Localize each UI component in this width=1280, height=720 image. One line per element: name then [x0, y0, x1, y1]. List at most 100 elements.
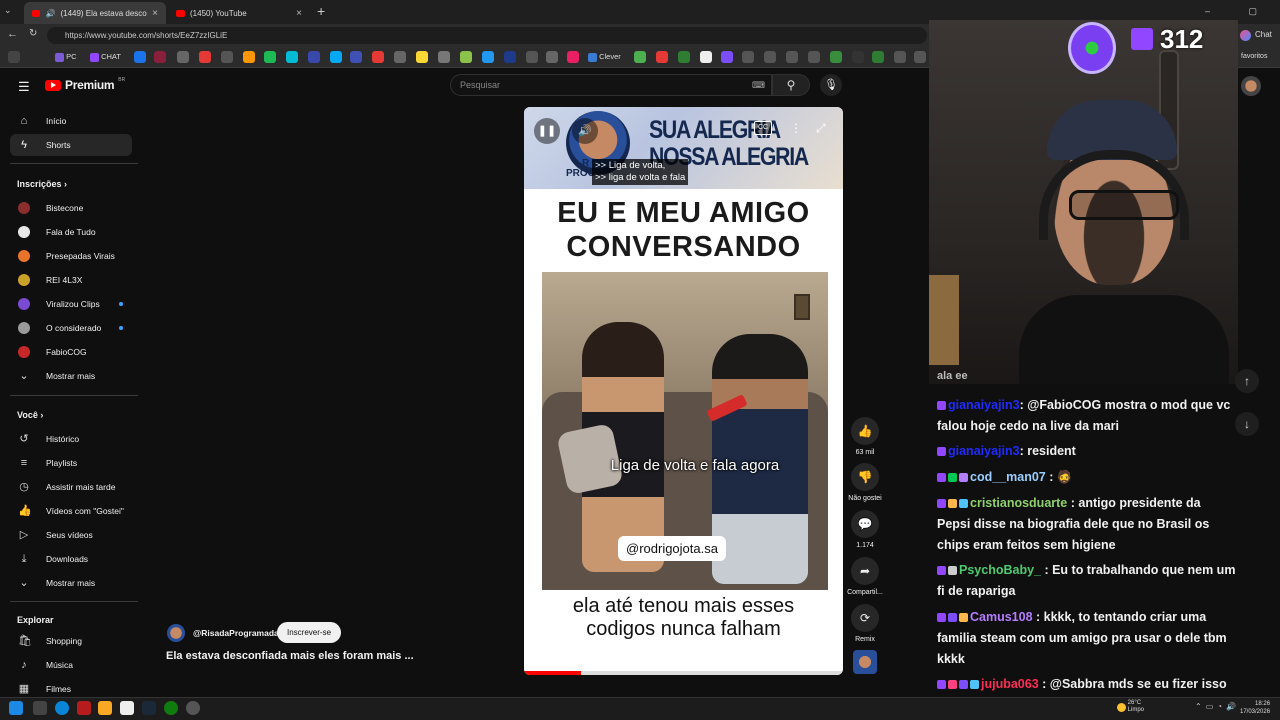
nav-liked-videos[interactable]: 👍 Vídeos com "Gostei"	[10, 500, 132, 522]
bookmark-icon[interactable]	[199, 51, 211, 63]
reload-icon[interactable]: ↻	[29, 28, 37, 39]
bookmark-icon[interactable]	[700, 51, 712, 63]
store-icon[interactable]	[120, 701, 134, 715]
chat-scroll-down-button[interactable]: ↓	[1235, 412, 1259, 436]
bookmark-icon[interactable]	[634, 51, 646, 63]
you-heading[interactable]: Você ›	[17, 410, 43, 420]
nav-music[interactable]: ♪ Música	[10, 654, 132, 676]
search-button[interactable]: ⚲	[772, 74, 810, 96]
bookmark-icon[interactable]	[308, 51, 320, 63]
bookmark-icon[interactable]	[678, 51, 690, 63]
search-input[interactable]: Pesquisar ⌨	[450, 74, 772, 96]
bookmark-icon[interactable]	[852, 51, 864, 63]
tray-icons[interactable]: ⌃▭◔🔊	[1195, 702, 1240, 711]
tab-active[interactable]: 🔊 (1449) Ela estava desconfiada ×	[24, 2, 166, 24]
nav-your-videos[interactable]: ▷ Seus vídeos	[10, 524, 132, 546]
new-tab-button[interactable]: +	[317, 3, 325, 19]
bookmark-icon[interactable]	[546, 51, 558, 63]
comments-action[interactable]: 💬 1.174	[850, 510, 880, 549]
subscription-item[interactable]: Presepadas Virais	[10, 245, 132, 267]
settings-icon[interactable]	[186, 701, 200, 715]
nav-shopping[interactable]: 🛍 Shopping	[10, 630, 132, 652]
bookmark-icon[interactable]	[221, 51, 233, 63]
subscription-item[interactable]: Viralizou Clips	[10, 293, 132, 315]
bookmark-icon[interactable]	[8, 51, 20, 63]
nav-history[interactable]: ↺ Histórico	[10, 428, 132, 450]
bookmark-icon[interactable]	[482, 51, 494, 63]
volume-button[interactable]: 🔊	[572, 118, 598, 144]
bookmark-icon[interactable]	[177, 51, 189, 63]
bookmark-icon[interactable]	[438, 51, 450, 63]
keyboard-icon[interactable]: ⌨	[752, 75, 765, 95]
chat-label[interactable]: Chat	[1255, 30, 1272, 39]
tab-inactive[interactable]: (1450) YouTube ×	[168, 2, 310, 24]
app-icon[interactable]	[77, 701, 91, 715]
short-video-player[interactable]: R PROG SUA ALEGRIA NOSSA ALEGRIA >> Liga …	[524, 107, 843, 675]
subscriptions-heading[interactable]: Inscrições ›	[17, 179, 67, 189]
voice-search-button[interactable]: 🎙	[820, 74, 842, 96]
subscription-item[interactable]: Bistecone	[10, 197, 132, 219]
bookmark-icon[interactable]	[416, 51, 428, 63]
like-action[interactable]: 👍 63 mil	[850, 417, 880, 456]
subscription-item[interactable]: Fala de Tudo	[10, 221, 132, 243]
nav-shorts[interactable]: ϟ Shorts	[10, 134, 132, 156]
bookmark-icon[interactable]	[764, 51, 776, 63]
steam-icon[interactable]	[142, 701, 156, 715]
subscription-item[interactable]: O considerado	[10, 317, 132, 339]
pause-button[interactable]: ❚❚	[534, 118, 560, 144]
show-more-subscriptions[interactable]: ⌄ Mostrar mais	[10, 365, 132, 387]
favorites-label[interactable]: favoritos	[1241, 53, 1267, 60]
bookmark-icon[interactable]	[721, 51, 733, 63]
url-bar[interactable]: https://www.youtube.com/shorts/EeZ7zzIGL…	[47, 27, 927, 44]
bookmark-icon[interactable]	[154, 51, 166, 63]
bookmark-icon[interactable]	[460, 51, 472, 63]
bookmark-icon[interactable]	[786, 51, 798, 63]
copilot-icon[interactable]	[1240, 30, 1251, 41]
bookmark-icon[interactable]	[872, 51, 884, 63]
search-taskbar-icon[interactable]	[33, 701, 47, 715]
edge-icon[interactable]	[55, 701, 69, 715]
bookmark-icon[interactable]	[243, 51, 255, 63]
bookmark-icon[interactable]	[526, 51, 538, 63]
bookmark-icon[interactable]	[656, 51, 668, 63]
progress-bar[interactable]	[524, 671, 843, 675]
close-tab-icon[interactable]: ×	[296, 8, 302, 19]
video-title[interactable]: Ela estava desconfiada mais eles foram m…	[166, 650, 414, 662]
bookmark-icon[interactable]	[134, 51, 146, 63]
chat-scroll-up-button[interactable]: ↑	[1235, 369, 1259, 393]
bookmark-clever[interactable]: Clever	[588, 52, 621, 62]
bookmark-icon[interactable]	[504, 51, 516, 63]
close-tab-icon[interactable]: ×	[152, 8, 158, 19]
share-action[interactable]: ➦ Compartil...	[845, 557, 885, 596]
nav-home[interactable]: ⌂ Início	[10, 110, 132, 132]
bookmark-icon[interactable]	[286, 51, 298, 63]
nav-downloads[interactable]: ⤓ Downloads	[10, 548, 132, 570]
bookmark-icon[interactable]	[914, 51, 926, 63]
bookmark-icon[interactable]	[742, 51, 754, 63]
subscribe-button[interactable]: Inscrever-se	[277, 622, 342, 643]
bookmark-icon[interactable]	[372, 51, 384, 63]
clock[interactable]: 18:26 17/03/2026	[1240, 700, 1270, 716]
dislike-action[interactable]: 👎 Não gostei	[845, 463, 885, 502]
channel-avatar[interactable]	[167, 624, 185, 642]
more-options-icon[interactable]: ⋮	[790, 121, 802, 135]
back-icon[interactable]: ←	[7, 28, 18, 40]
bookmark-icon[interactable]	[264, 51, 276, 63]
show-more-you[interactable]: ⌄ Mostrar mais	[10, 572, 132, 594]
bookmark-chat[interactable]: CHAT	[90, 52, 121, 62]
bookmark-icon[interactable]	[830, 51, 842, 63]
bookmark-icon[interactable]	[350, 51, 362, 63]
weather-widget[interactable]: 26°C Limpo	[1117, 700, 1144, 714]
bookmark-pc[interactable]: PC	[55, 52, 77, 62]
tab-menu-button[interactable]: ⌄	[4, 5, 12, 16]
profile-avatar[interactable]	[1241, 76, 1261, 96]
bookmark-icon[interactable]	[808, 51, 820, 63]
channel-handle[interactable]: @RisadaProgramada	[193, 628, 279, 638]
bookmark-icon[interactable]	[394, 51, 406, 63]
xbox-icon[interactable]	[164, 701, 178, 715]
bookmark-icon[interactable]	[567, 51, 579, 63]
youtube-premium-logo[interactable]: Premium BR	[45, 77, 125, 92]
bookmark-icon[interactable]	[330, 51, 342, 63]
bookmark-icon[interactable]	[894, 51, 906, 63]
nav-playlists[interactable]: ≡ Playlists	[10, 452, 132, 474]
